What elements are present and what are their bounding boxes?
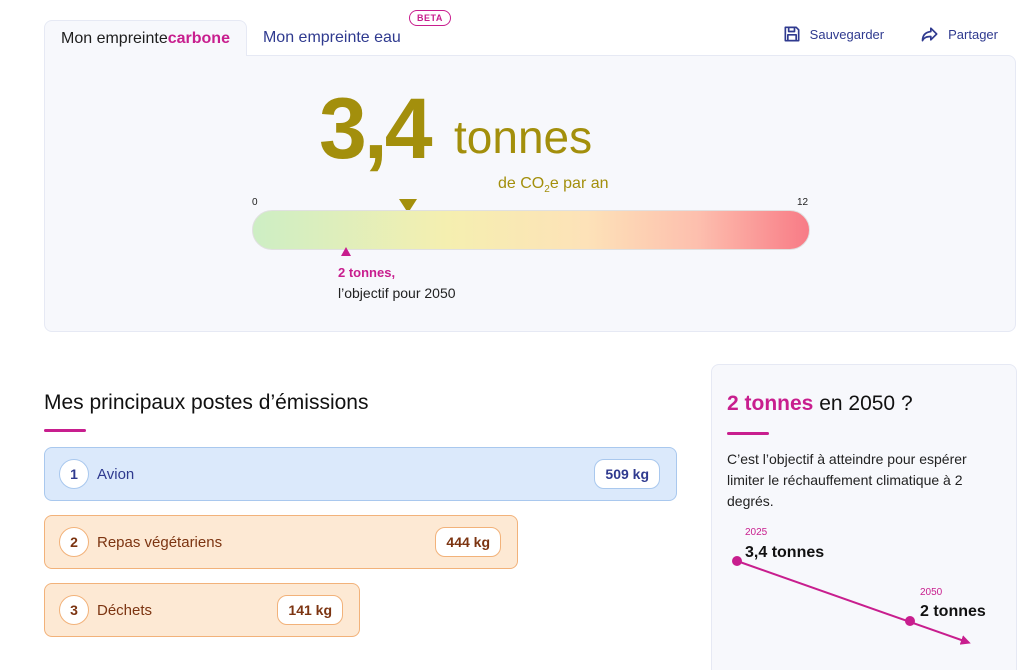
scale-max-label: 12 bbox=[797, 197, 809, 208]
goal-value: 2 tonnes, bbox=[338, 265, 396, 280]
trajectory-start-value: 3,4 tonnes bbox=[745, 544, 824, 561]
tab-water-footprint[interactable]: Mon empreinte eau BETA bbox=[247, 10, 451, 56]
subtitle-suffix: e par an bbox=[549, 175, 609, 192]
emission-value: 444 kg bbox=[435, 527, 501, 557]
save-button[interactable]: Sauvegarder bbox=[782, 24, 884, 44]
tab-carbon-label-prefix: Mon empreinte bbox=[61, 29, 168, 47]
emission-rank: 3 bbox=[59, 595, 89, 625]
trajectory-end-value: 2 tonnes bbox=[920, 603, 986, 620]
footprint-unit: tonnes bbox=[454, 111, 593, 163]
footprint-subtitle: de CO2e par an bbox=[498, 175, 609, 195]
emissions-title: Mes principaux postes d’émissions bbox=[44, 391, 369, 414]
tab-water-label: Mon empreinte eau bbox=[262, 29, 401, 46]
target-title-underline bbox=[727, 432, 769, 435]
target-title: 2 tonnes en 2050 ? bbox=[727, 392, 913, 416]
share-icon bbox=[921, 27, 938, 42]
emissions-title-underline bbox=[44, 429, 86, 432]
emission-label: Repas végétariens bbox=[97, 533, 223, 551]
tab-carbon-label-accent: carbone bbox=[167, 29, 230, 47]
subtitle-prefix: de CO bbox=[498, 175, 545, 192]
target-title-accent: 2 tonnes bbox=[727, 392, 814, 415]
emission-rank: 2 bbox=[59, 527, 89, 557]
footprint-value: 3,4 bbox=[319, 81, 433, 177]
emission-item-dechets[interactable]: 3 Déchets 141 kg bbox=[44, 583, 360, 637]
goal-label: l’objectif pour 2050 bbox=[338, 285, 456, 301]
trajectory-start-point bbox=[732, 556, 742, 566]
save-icon bbox=[784, 26, 800, 42]
footprint-card: 3,4 tonnes de CO2e par an 0 12 2 tonnes,… bbox=[44, 55, 1016, 332]
target-title-rest: en 2050 ? bbox=[813, 392, 913, 415]
footprint-tabs: Mon empreinte carbone Mon empreinte eau … bbox=[44, 10, 451, 56]
emission-value: 141 kg bbox=[277, 595, 343, 625]
scale-min-label: 0 bbox=[252, 197, 258, 208]
header-actions: Sauvegarder Partager bbox=[782, 24, 998, 44]
target-card: 2 tonnes en 2050 ? C’est l’objectif à at… bbox=[711, 364, 1017, 670]
share-label: Partager bbox=[948, 26, 998, 42]
share-button[interactable]: Partager bbox=[920, 24, 998, 44]
emission-label: Déchets bbox=[97, 601, 153, 619]
emission-item-avion[interactable]: 1 Avion 509 kg bbox=[44, 447, 677, 501]
beta-badge: BETA bbox=[408, 10, 451, 26]
save-label: Sauvegarder bbox=[809, 26, 885, 42]
trajectory-start-year: 2025 bbox=[745, 527, 768, 538]
emission-value: 509 kg bbox=[594, 459, 660, 489]
emission-label: Avion bbox=[97, 465, 135, 483]
emission-item-repas-vegetariens[interactable]: 2 Repas végétariens 444 kg bbox=[44, 515, 518, 569]
target-description: C’est l’objectif à atteindre pour espére… bbox=[727, 451, 967, 509]
emission-rank: 1 bbox=[59, 459, 89, 489]
trajectory-line bbox=[736, 560, 971, 645]
goal-marker bbox=[341, 247, 351, 256]
tab-carbon-footprint[interactable]: Mon empreinte carbone bbox=[44, 20, 247, 56]
trajectory-end-point bbox=[905, 616, 915, 626]
trajectory-end-year: 2050 bbox=[920, 587, 943, 598]
trajectory-chart: 2025 3,4 tonnes 2050 2 tonnes bbox=[732, 527, 986, 645]
footprint-scale-bar bbox=[252, 210, 810, 250]
